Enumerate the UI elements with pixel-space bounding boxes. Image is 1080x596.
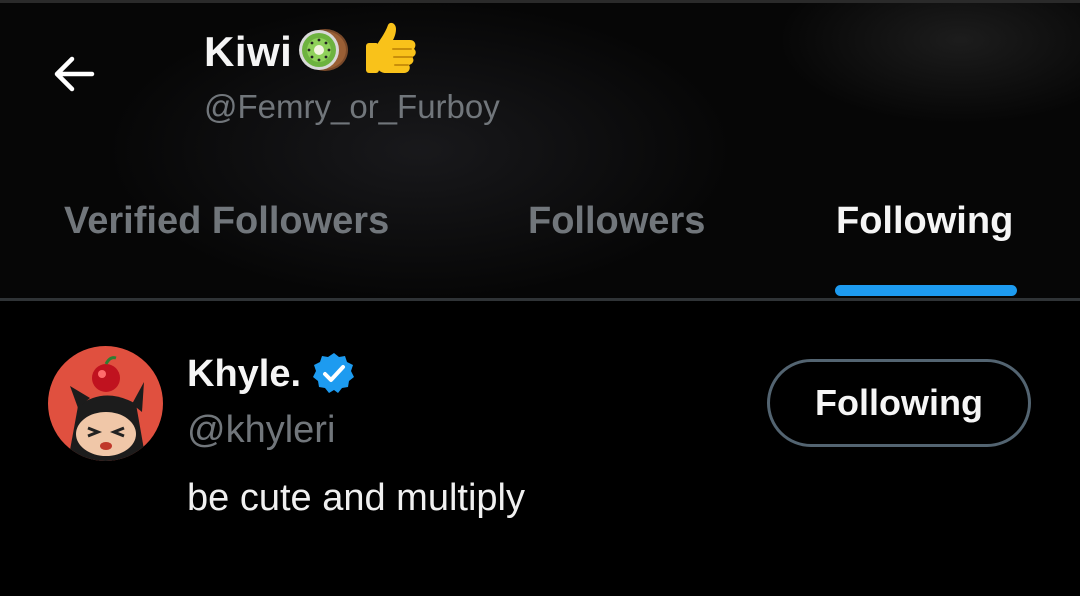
user-bio: be cute and multiply — [187, 477, 525, 519]
avatar[interactable] — [48, 346, 163, 461]
status-bar-edge — [0, 0, 1080, 3]
tab-following[interactable]: Following — [836, 180, 1013, 300]
page-title: Kiwi — [204, 22, 500, 82]
following-button[interactable]: Following — [767, 359, 1031, 447]
user-display-name[interactable]: Khyle. — [187, 353, 301, 396]
tab-followers[interactable]: Followers — [528, 180, 705, 300]
list-item[interactable]: Khyle. @khyleri be cute and multiply Fol… — [0, 301, 1080, 596]
tab-verified-followers[interactable]: Verified Followers — [64, 180, 389, 300]
header-title-block: Kiwi @Femry_or_Furboy — [204, 22, 500, 126]
verified-badge-icon — [313, 353, 355, 393]
profile-handle: @Femry_or_Furboy — [204, 88, 500, 125]
profile-display-name: Kiwi — [204, 28, 293, 75]
arrow-left-icon — [54, 56, 95, 92]
back-button[interactable] — [44, 46, 104, 102]
profile-header: Kiwi @Femry_or_Furboy Verified Followers… — [0, 0, 1080, 300]
user-name-line: Khyle. — [187, 351, 357, 397]
active-tab-indicator — [835, 285, 1017, 296]
user-handle: @khyleri — [187, 409, 336, 451]
thumbs-up-icon — [362, 21, 418, 84]
kiwi-fruit-icon — [294, 25, 352, 80]
tab-bar: Verified Followers Followers Following — [0, 180, 1080, 300]
